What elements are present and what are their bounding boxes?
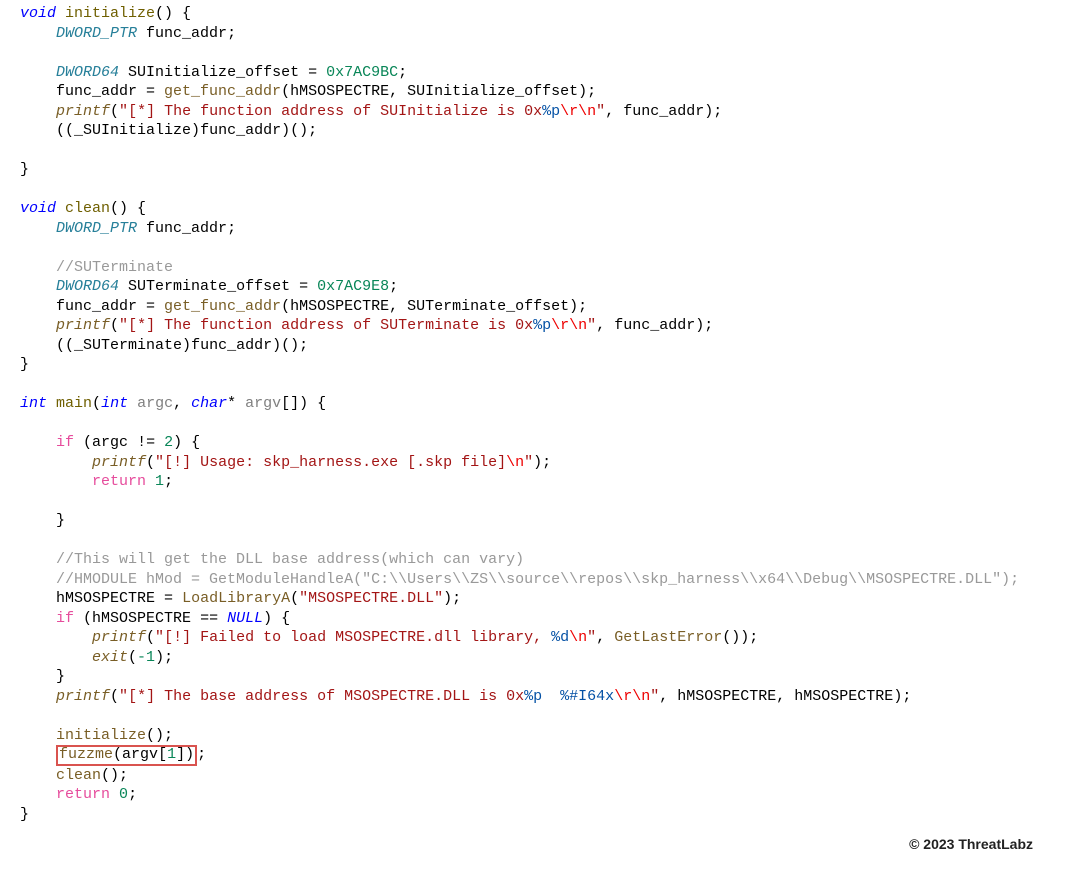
keyword-void: void <box>20 5 56 22</box>
copyright-notice: © 2023 ThreatLabz <box>909 835 1033 853</box>
fuzzme-highlight: fuzzme(argv[1]) <box>56 745 197 766</box>
code-block: void initialize() { DWORD_PTR func_addr;… <box>0 0 1065 828</box>
code-content: void initialize() { DWORD_PTR func_addr;… <box>20 4 1045 824</box>
fn-name: initialize <box>65 5 155 22</box>
